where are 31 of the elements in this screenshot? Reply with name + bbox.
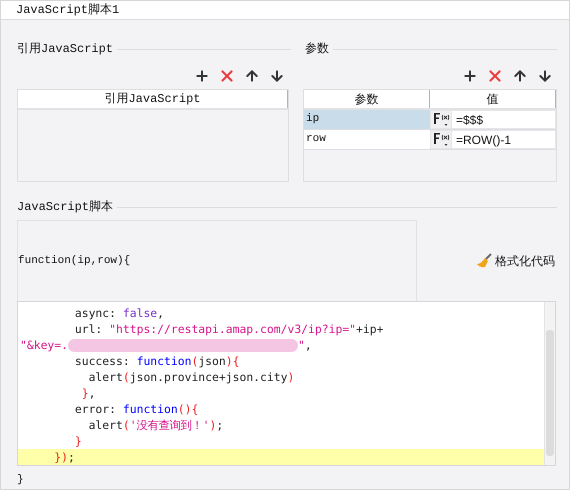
group-title: 参数: [304, 41, 329, 58]
column-header[interactable]: 引用JavaScript: [18, 90, 288, 108]
parameter-row[interactable]: row =ROW()-1: [304, 130, 556, 150]
window-title: JavaScript脚本1: [16, 2, 120, 19]
formula-button[interactable]: [431, 131, 451, 148]
code-line: alert('没有查询到！');: [88, 417, 224, 433]
broom-icon: [476, 252, 492, 268]
group-title: 引用JavaScript: [16, 41, 114, 58]
code-line: alert(json.province+json.city): [88, 369, 296, 385]
code-line: async: false,: [74, 305, 166, 321]
code-line: },: [80, 385, 96, 401]
parameter-row[interactable]: ip =$$$: [304, 110, 556, 130]
code-line: success: function(json){: [74, 353, 240, 369]
column-header[interactable]: 值: [430, 90, 556, 108]
format-code-button[interactable]: 格式化代码: [476, 252, 555, 270]
function-icon: [432, 111, 450, 128]
function-icon: [432, 131, 450, 148]
value-field[interactable]: =$$$: [452, 111, 555, 128]
group-title: JavaScript脚本: [16, 199, 114, 216]
code-line: url: "https://restapi.amap.com/v3/ip?ip="+ip+: [74, 321, 384, 337]
formula-button[interactable]: [431, 111, 451, 128]
code-line: }: [74, 433, 83, 449]
code-editor[interactable]: async: false, url: "https://restapi.amap.com/v3/ip?ip="+ip+ "&key=. ", success: function(json){ alert(json.province+json.city) }, error: function(){ alert('没有查询到！'); } });: [17, 301, 556, 466]
scrollbar-thumb[interactable]: [546, 330, 554, 456]
closing-brace: }: [17, 474, 24, 486]
table-cell: ip: [304, 110, 430, 129]
function-signature: function(ip,row){: [18, 254, 130, 269]
code-line: "&key=. ",: [19, 337, 313, 353]
code-line: error: function(){: [74, 401, 200, 417]
value-field[interactable]: =ROW()-1: [452, 131, 555, 148]
column-header[interactable]: 参数: [304, 90, 430, 108]
